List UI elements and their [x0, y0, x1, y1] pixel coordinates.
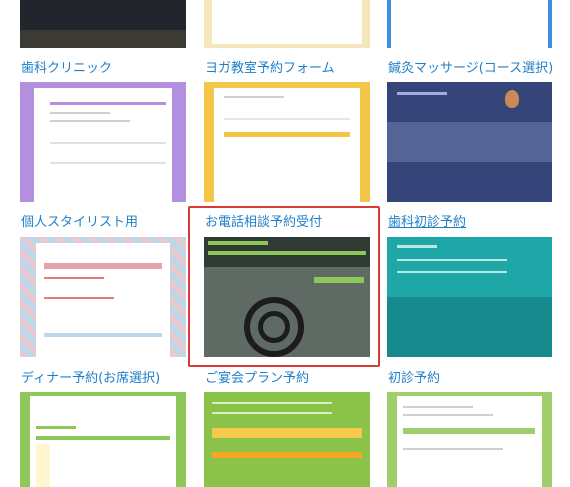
card-title-yoga[interactable]: ヨガ教室予約フォーム [205, 61, 335, 77]
card-title-stylist[interactable]: 個人スタイリスト用 [21, 215, 138, 231]
selected-card-highlight [188, 206, 380, 367]
thumb-top-center[interactable] [204, 0, 370, 48]
thumb-dental-first[interactable] [387, 237, 552, 357]
card-title-dinner[interactable]: ディナー予約(お席選択) [21, 371, 160, 387]
card-title-dental-first[interactable]: 歯科初診予約 [388, 215, 466, 231]
thumb-dinner[interactable] [20, 392, 186, 487]
thumb-dental-clinic[interactable] [20, 82, 186, 202]
card-title-acupuncture[interactable]: 鍼灸マッサージ(コース選択) [388, 61, 553, 77]
thumb-yoga[interactable] [204, 82, 370, 202]
thumb-first-visit[interactable] [387, 392, 552, 487]
thumb-top-left[interactable] [20, 0, 186, 48]
thumb-stylist[interactable] [20, 237, 186, 357]
card-title-first-visit[interactable]: 初診予約 [388, 371, 440, 387]
thumb-top-right[interactable] [387, 0, 552, 48]
thumb-party[interactable] [204, 392, 370, 487]
card-title-party[interactable]: ご宴会プラン予約 [205, 371, 309, 387]
thumb-acupuncture[interactable] [387, 82, 552, 202]
card-title-dental-clinic[interactable]: 歯科クリニック [21, 61, 112, 77]
